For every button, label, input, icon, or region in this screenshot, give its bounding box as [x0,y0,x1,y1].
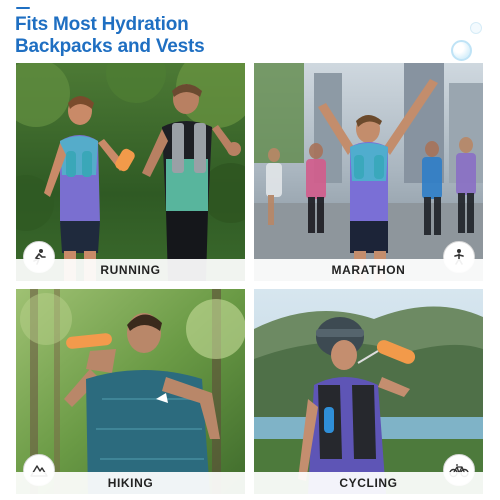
marathon-card: MARATHON [254,63,483,281]
hiking-label: HIKING [107,476,154,490]
marathon-label-bar: MARATHON [254,259,483,281]
header-accent-line [16,7,30,9]
decorative-bubble-small [470,22,482,34]
cycling-label: CYCLING [339,476,398,490]
page-title-line-1: Fits Most Hydration [15,14,189,35]
running-label: RUNNING [100,263,161,277]
hiking-card: HIKING [16,289,245,494]
decorative-bubble [451,40,472,61]
running-label-bar: RUNNING [16,259,245,281]
cycling-label-bar: CYCLING [254,472,483,494]
hiking-label-bar: HIKING [16,472,245,494]
marathon-label: MARATHON [331,263,406,277]
page-title-line-2: Backpacks and Vests [15,36,205,57]
page-title: Fits Most Hydration Backpacks and Vests [15,14,315,58]
cycling-card: CYCLING [254,289,483,494]
running-card: RUNNING [16,63,245,281]
